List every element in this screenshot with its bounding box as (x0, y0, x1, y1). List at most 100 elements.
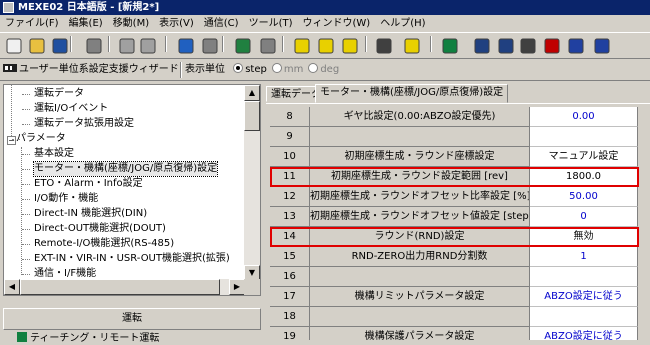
disconnect-icon[interactable] (258, 36, 278, 56)
parameter-value[interactable]: 1800.0 (530, 167, 638, 187)
tree-item[interactable]: モーター・機構(座標/JOG/原点復帰)設定 (32, 161, 219, 177)
parameter-name: 機構リミットパラメータ設定 (310, 287, 530, 307)
print-icon[interactable] (84, 36, 104, 56)
tree-item[interactable]: Direct-IN 機能選択(DIN) (34, 207, 147, 221)
parameter-value[interactable]: ABZO設定に従う (530, 287, 638, 307)
main-toolbar (0, 32, 650, 59)
tree-line (22, 199, 30, 200)
horizontal-scrollbar[interactable]: ◀ ▶ (4, 279, 245, 295)
help-icon[interactable] (402, 36, 422, 56)
parameter-row: 11 初期座標生成・ラウンド設定範囲 [rev] 1800.0 (270, 167, 646, 187)
save-icon[interactable] (50, 36, 70, 56)
parameter-value[interactable]: 50.00 (530, 187, 638, 207)
vertical-scrollbar[interactable]: ▲ ▼ (244, 85, 260, 281)
parameter-value[interactable]: 無効 (530, 227, 638, 247)
menu-item-6[interactable]: ウィンドウ(W) (298, 15, 376, 32)
unit-radio-deg[interactable] (308, 63, 319, 73)
tree-item[interactable]: ETO・Alarm・Info設定 (34, 177, 143, 191)
parameter-value[interactable]: 0 (530, 207, 638, 227)
parameter-number: 8 (270, 107, 310, 127)
parameter-grid: 8 ギヤ比設定(0.00:ABZO設定優先) 0.00 9 10 初期座標生成・ラウンド座… (266, 103, 650, 340)
menu-item-2[interactable]: 移動(M) (108, 15, 154, 32)
menu-item-5[interactable]: ツール(T) (244, 15, 298, 32)
paste-icon[interactable] (138, 36, 158, 56)
tree-line (21, 147, 22, 275)
menu-item-3[interactable]: 表示(V) (154, 15, 199, 32)
scroll-up-icon[interactable]: ▲ (244, 85, 260, 101)
navigation-tree[interactable]: − ▲ ▼ ◀ ▶ 運転データ 運転I/Oイベント 運転データ拡張用設定 パラメータ基… (3, 84, 261, 296)
unit-radio-label: step (245, 64, 267, 75)
tree-line (22, 154, 30, 155)
parameter-value[interactable]: ABZO設定に従う (530, 327, 638, 340)
parameter-row: 14 ラウンド(RND)設定 無効 (270, 227, 646, 247)
tree-line (22, 259, 30, 260)
parameter-number: 16 (270, 267, 310, 287)
upload-icon[interactable] (292, 36, 312, 56)
parameter-name: ラウンド(RND)設定 (310, 227, 530, 247)
alarm-icon[interactable] (542, 36, 562, 56)
parameter-value[interactable] (530, 307, 638, 327)
unit-radio-label: deg (320, 64, 340, 75)
tree-item[interactable]: 通信・I/F機能 (34, 267, 96, 281)
menu-item-7[interactable]: ヘルプ(H) (375, 15, 430, 32)
parameter-value[interactable]: 1 (530, 247, 638, 267)
unit-radio-mm[interactable] (271, 63, 282, 73)
scroll-right-icon[interactable]: ▶ (229, 279, 245, 295)
copy-icon[interactable] (117, 36, 137, 56)
tree-item[interactable]: 運転データ拡張用設定 (34, 117, 134, 131)
operation-panel-header[interactable]: 運転 (3, 308, 261, 330)
parameter-value[interactable]: マニュアル設定 (530, 147, 638, 167)
parameter-row: 17 機構リミットパラメータ設定 ABZO設定に従う (270, 287, 646, 307)
redo-icon[interactable] (200, 36, 220, 56)
tree-line (22, 184, 30, 185)
status-icon[interactable] (566, 36, 586, 56)
monitor-icon[interactable] (496, 36, 516, 56)
scroll-thumb[interactable] (20, 279, 220, 295)
io-icon[interactable] (374, 36, 394, 56)
tree-item[interactable]: パラメータ (16, 132, 66, 146)
parameter-number: 19 (270, 327, 310, 340)
parameter-row: 12 初期座標生成・ラウンドオフセット比率設定 [%] 50.00 (270, 187, 646, 207)
rs485-icon[interactable] (592, 36, 612, 56)
tree-item[interactable]: 運転I/Oイベント (34, 102, 108, 116)
parameter-name (310, 267, 530, 287)
scroll-thumb[interactable] (244, 101, 260, 131)
compare-icon[interactable] (340, 36, 360, 56)
collapse-icon[interactable]: − (7, 136, 16, 145)
stop-icon[interactable] (440, 36, 460, 56)
tree-line (11, 85, 12, 140)
tree-item[interactable]: 運転データ (34, 87, 84, 101)
tree-item[interactable]: Direct-OUT機能選択(DOUT) (34, 222, 166, 236)
teaching-remote-label: ティーチング・リモート運転 (30, 333, 160, 344)
teaching-remote-item[interactable]: ティーチング・リモート運転 (17, 332, 159, 345)
parameter-value[interactable]: 0.00 (530, 107, 638, 127)
tab-motor-mechanism[interactable]: モーター・機構(座標/JOG/原点復帰)設定 (315, 84, 509, 103)
open-folder-icon[interactable] (27, 36, 47, 56)
teaching-icon[interactable] (472, 36, 492, 56)
tree-item[interactable]: EXT-IN・VIR-IN・USR-OUT機能選択(拡張) (34, 252, 230, 266)
tree-line (22, 169, 30, 170)
tab-label: モーター・機構(座標/JOG/原点復帰)設定 (320, 87, 504, 98)
title-bar: MEXE02 日本語版 - [新規2*] (0, 0, 650, 15)
tree-item[interactable]: I/O動作・機能 (34, 192, 98, 206)
parameter-value[interactable] (530, 267, 638, 287)
scroll-left-icon[interactable]: ◀ (4, 279, 20, 295)
io-monitor-icon[interactable] (518, 36, 538, 56)
parameter-name: 初期座標生成・ラウンドオフセット値設定 [step] (310, 207, 530, 227)
menu-item-4[interactable]: 通信(C) (199, 15, 244, 32)
tree-item[interactable]: Remote-I/O機能選択(RS-485) (34, 237, 174, 251)
parameter-name: 初期座標生成・ラウンドオフセット比率設定 [%] (310, 187, 530, 207)
wizard-button[interactable]: ユーザー単位系設定支援ウィザード (3, 62, 179, 78)
tree-item[interactable]: 基本設定 (34, 147, 74, 161)
parameter-number: 12 (270, 187, 310, 207)
unit-radio-label: mm (283, 64, 304, 75)
parameter-row: 18 (270, 307, 646, 327)
download-icon[interactable] (316, 36, 336, 56)
menu-item-1[interactable]: 編集(E) (64, 15, 108, 32)
unit-radio-step[interactable] (233, 63, 244, 73)
menu-item-0[interactable]: ファイル(F) (0, 15, 64, 32)
connect-icon[interactable] (233, 36, 253, 56)
undo-icon[interactable] (176, 36, 196, 56)
new-file-icon[interactable] (4, 36, 24, 56)
parameter-value[interactable] (530, 127, 638, 147)
